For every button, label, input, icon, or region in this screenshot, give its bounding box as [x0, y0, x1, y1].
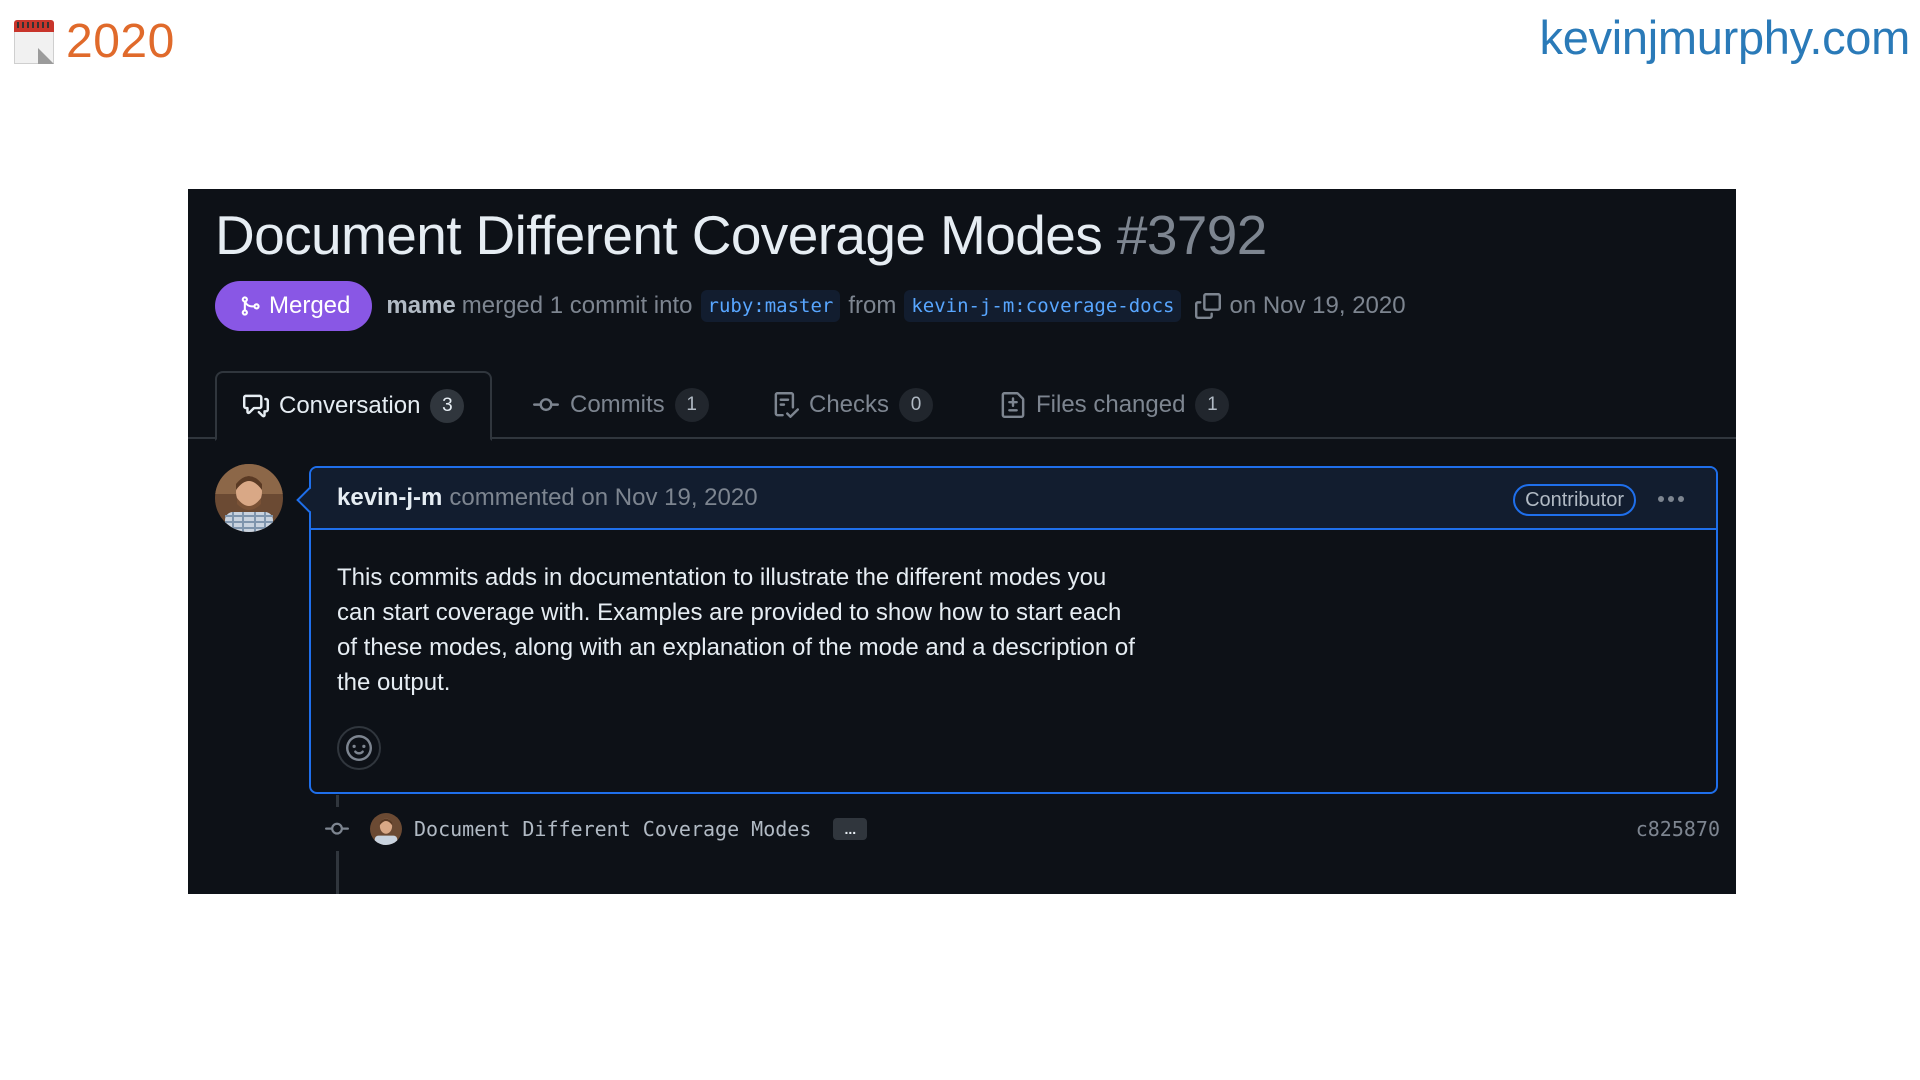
from-text: from	[848, 292, 897, 319]
commit-row: Document Different Coverage Modes ... c8…	[314, 807, 1720, 851]
slide-year: 2020	[14, 14, 175, 69]
tab-commits-count: 1	[674, 388, 709, 422]
tab-commits[interactable]: Commits 1	[532, 371, 709, 439]
pr-tabs: Conversation 3 Commits 1 Checks 0 Files …	[188, 371, 1736, 441]
pr-number: #3792	[1116, 204, 1268, 266]
tab-checks-count: 0	[899, 388, 934, 422]
commit-sha-link[interactable]: c825870	[1636, 817, 1720, 841]
commit-author-avatar[interactable]	[370, 813, 402, 845]
tab-checks[interactable]: Checks 0	[773, 371, 934, 439]
merged-text: merged 1 commit into	[461, 292, 693, 319]
tab-files-changed-count: 1	[1195, 388, 1230, 422]
comment-body: This commits adds in documentation to il…	[337, 564, 1135, 696]
year-label: 2020	[66, 15, 175, 68]
base-branch-link[interactable]: ruby:master	[700, 290, 841, 322]
git-merge-icon	[241, 296, 260, 316]
comment-header: kevin-j-m commented on Nov 19, 2020 Cont…	[311, 468, 1716, 530]
pr-title: Document Different Coverage Modes #3792	[215, 203, 1267, 267]
comment-author-link[interactable]: kevin-j-m	[337, 484, 442, 512]
comment-discussion-icon	[243, 394, 269, 418]
head-branch-link[interactable]: kevin-j-m:coverage-docs	[904, 290, 1182, 322]
merge-date: on Nov 19, 2020	[1229, 292, 1406, 319]
kebab-horizontal-icon[interactable]	[1656, 486, 1686, 519]
copy-icon[interactable]	[1195, 293, 1222, 319]
commit-expand-button[interactable]: ...	[833, 818, 868, 840]
tab-files-changed-label: Files changed	[1036, 391, 1186, 418]
merged-label: Merged	[269, 292, 351, 319]
pr-title-text: Document Different Coverage Modes	[215, 204, 1103, 266]
contributor-badge: Contributor	[1513, 484, 1636, 516]
pull-request-panel: Document Different Coverage Modes #3792 …	[188, 189, 1736, 894]
tab-conversation[interactable]: Conversation 3	[215, 371, 493, 441]
pr-meta: Merged mame merged 1 commit into ruby:ma…	[215, 281, 1406, 331]
calendar-icon	[14, 19, 54, 64]
comment-box: kevin-j-m commented on Nov 19, 2020 Cont…	[296, 466, 1718, 794]
tab-files-changed[interactable]: Files changed 1	[1000, 371, 1230, 439]
merged-status-badge: Merged	[215, 281, 373, 331]
smiley-icon	[346, 735, 372, 761]
commit-message-link[interactable]: Document Different Coverage Modes	[414, 817, 811, 841]
tab-conversation-count: 3	[430, 389, 465, 423]
git-commit-icon	[314, 807, 360, 851]
tab-checks-label: Checks	[809, 391, 890, 418]
add-reaction-button[interactable]	[337, 726, 381, 770]
merger-link[interactable]: mame	[386, 292, 455, 320]
comment-author-avatar[interactable]	[215, 464, 283, 532]
git-commit-icon	[533, 398, 559, 412]
site-url: kevinjmurphy.com	[1539, 11, 1911, 64]
tab-commits-label: Commits	[570, 391, 665, 418]
comment-timestamp[interactable]: commented on Nov 19, 2020	[449, 484, 757, 512]
checklist-icon	[774, 392, 799, 418]
file-diff-icon	[1001, 392, 1025, 418]
tab-conversation-label: Conversation	[279, 392, 421, 419]
